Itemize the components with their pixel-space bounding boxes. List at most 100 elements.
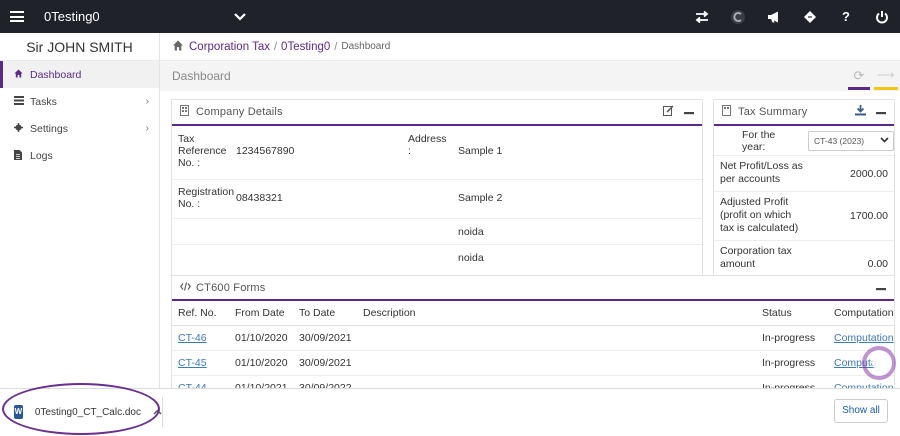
column-header: Ref. No.: [172, 301, 229, 326]
show-all-button[interactable]: Show all: [834, 399, 888, 423]
to-date: 30/09/2021: [293, 350, 357, 376]
tax-row-label: Net Profit/Loss as: [720, 160, 803, 172]
year-row: For the year: CT-43 (2023): [714, 126, 894, 156]
help-icon[interactable]: ?: [828, 0, 864, 33]
tax-ref-label: No. :: [178, 157, 201, 169]
table-row: CT-46 01/10/2020 30/09/2021 In-progress …: [172, 325, 894, 351]
ref-link[interactable]: CT-46: [178, 332, 207, 344]
tax-row-label: Adjusted Profit: [720, 196, 789, 208]
building-icon: [180, 105, 196, 119]
column-header: To Date: [293, 301, 357, 326]
sidebar: Sir JOHN SMITH Dashboard Tasks › Setting…: [0, 33, 160, 388]
download-icon[interactable]: [855, 105, 866, 119]
document-icon: [14, 149, 30, 162]
tax-summary-header: Tax Summary: [714, 100, 894, 126]
sidebar-item-tasks[interactable]: Tasks ›: [0, 88, 159, 115]
table-header-row: Ref. No. From Date To Date Description S…: [172, 301, 894, 326]
tax-row-label: per accounts: [720, 173, 781, 185]
address-line: Sample 2: [458, 192, 503, 204]
registration-value: 08438321: [236, 192, 283, 204]
tax-ref-value: 1234567890: [236, 145, 295, 157]
registration-label: No. :: [178, 198, 201, 210]
panel-title: Company Details: [196, 106, 283, 118]
company-row-tax-ref: Tax Reference No. : 1234567890 Address :…: [172, 126, 702, 180]
tasks-icon: [14, 96, 30, 107]
chevron-right-icon: ›: [145, 123, 149, 134]
hamburger-icon: [10, 11, 24, 22]
chevron-down-icon: [880, 135, 889, 145]
megaphone-icon[interactable]: [756, 0, 792, 33]
panel-title: CT600 Forms: [196, 281, 266, 294]
sidebar-item-logs[interactable]: Logs: [0, 142, 159, 169]
sidebar-item-label: Logs: [30, 149, 53, 162]
refresh-icon[interactable]: ⟳: [848, 68, 870, 90]
arrow-right-icon[interactable]: ⟶: [874, 68, 898, 90]
status: In-progress: [756, 350, 828, 376]
tax-ref-label: Tax: [178, 133, 195, 145]
click-indicator: [862, 346, 896, 380]
status: In-progress: [756, 325, 828, 351]
company-details-panel: Company Details Tax Reference No. : 1234…: [171, 99, 703, 277]
sidebar-item-dashboard[interactable]: Dashboard: [0, 61, 159, 88]
company-row-address3: noida: [172, 219, 702, 245]
tax-row-label: tax is calculated): [720, 222, 799, 234]
minimize-icon[interactable]: [876, 282, 886, 294]
code-icon: [180, 281, 196, 294]
table-row: CT-45 01/10/2020 30/09/2021 In-progress …: [172, 350, 894, 376]
home-icon: [14, 69, 30, 80]
user-name: Sir JOHN SMITH: [0, 33, 159, 61]
ct600-forms-header: CT600 Forms: [172, 275, 894, 301]
breadcrumb-company[interactable]: 0Testing0: [281, 41, 330, 53]
registration-label: Registration: [178, 186, 235, 198]
year-label: For the year:: [742, 128, 776, 153]
minimize-icon[interactable]: [876, 106, 886, 118]
computation-link[interactable]: Computation: [834, 332, 894, 344]
breadcrumb-corporation-tax[interactable]: Corporation Tax: [189, 41, 270, 53]
sidebar-item-label: Settings: [30, 122, 68, 135]
panel-title: Tax Summary: [738, 106, 808, 118]
year-value: CT-43 (2023): [814, 135, 865, 146]
year-select[interactable]: CT-43 (2023): [808, 130, 894, 151]
address-label: :: [408, 145, 411, 157]
building-icon: [722, 105, 738, 119]
column-header: Status: [756, 301, 828, 326]
address-line: noida: [458, 226, 484, 238]
tax-ref-label: Reference: [178, 145, 227, 157]
minimize-icon[interactable]: [684, 106, 694, 118]
tag-icon[interactable]: [792, 0, 828, 33]
c-logo-icon[interactable]: [720, 0, 756, 33]
chevron-right-icon: ›: [145, 96, 149, 107]
top-bar: 0Testing0 ?: [0, 0, 900, 33]
breadcrumb-current: Dashboard: [341, 41, 391, 52]
tax-row-corporation-tax: Corporation tax amount 0.00: [714, 241, 894, 276]
description: [357, 325, 756, 351]
sidebar-item-settings[interactable]: Settings ›: [0, 115, 159, 142]
tax-row-label: amount: [720, 258, 756, 270]
tax-row-value: 0.00: [867, 258, 888, 270]
ct600-table: Ref. No. From Date To Date Description S…: [172, 301, 894, 392]
ref-link[interactable]: CT-45: [178, 357, 207, 369]
column-header: From Date: [229, 301, 293, 326]
edit-icon[interactable]: [663, 105, 674, 119]
page-title: Dashboard: [172, 69, 231, 83]
tax-summary-panel: Tax Summary For the year: CT-43 (2023) N…: [713, 99, 895, 277]
address-line: noida: [458, 252, 484, 264]
tax-row-value: 1700.00: [850, 210, 888, 222]
sidebar-item-label: Tasks: [30, 95, 57, 108]
company-selector-label[interactable]: 0Testing0: [44, 9, 234, 24]
description: [357, 350, 756, 376]
chevron-down-icon[interactable]: [234, 12, 254, 21]
company-row-registration: Registration No. : 08438321 Sample 2: [172, 180, 702, 219]
company-row-address4: noida: [172, 245, 702, 271]
tax-row-value: 2000.00: [850, 167, 888, 180]
column-header: Computation: [828, 301, 894, 326]
tax-row-label: (profit on which: [720, 209, 792, 221]
from-date: 01/10/2020: [229, 350, 293, 376]
hamburger-menu-button[interactable]: [0, 0, 34, 33]
power-icon[interactable]: [864, 0, 900, 33]
address-label: Address: [408, 133, 447, 145]
company-details-header: Company Details: [172, 100, 702, 126]
transfer-icon[interactable]: [684, 0, 720, 33]
tax-row-label: Corporation tax: [720, 245, 792, 257]
home-icon[interactable]: [172, 40, 184, 54]
